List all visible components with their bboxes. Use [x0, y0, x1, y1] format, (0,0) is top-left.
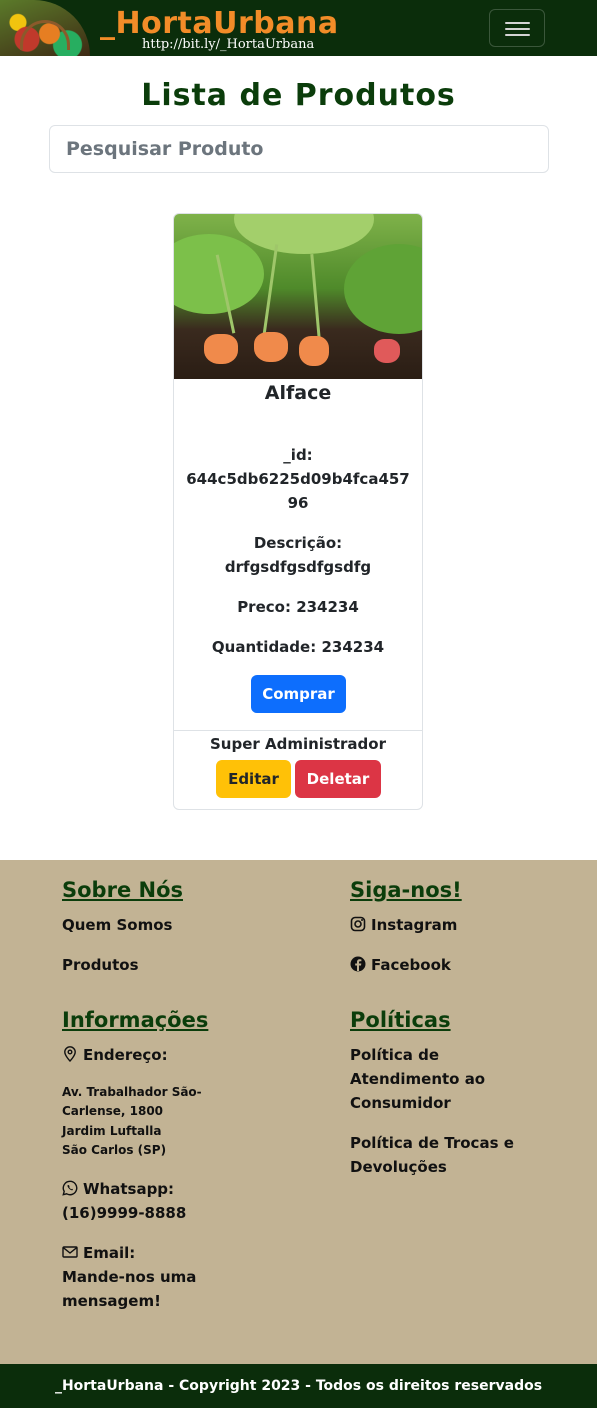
email-link-line-2[interactable]: mensagem!	[62, 1289, 161, 1313]
facebook-link[interactable]: Facebook	[350, 953, 451, 977]
product-description: drfgsdfgsdfgsdfg	[224, 558, 372, 576]
address-line-3: Jardim Luftalla	[62, 1124, 162, 1138]
address-line-1: Av. Trabalhador São-	[62, 1085, 202, 1099]
buy-button[interactable]: Comprar	[251, 675, 346, 713]
product-id-label: _id:	[283, 446, 313, 464]
policies-heading: Políticas	[350, 1008, 451, 1032]
brand-url[interactable]: http://bit.ly/_HortaUrbana	[142, 37, 314, 52]
admin-label: Super Administrador	[209, 735, 386, 753]
product-id: 644c5db6225d09b4fca45796	[186, 470, 410, 512]
whatsapp-icon	[62, 1180, 78, 1196]
about-link-produtos[interactable]: Produtos	[62, 953, 139, 977]
product-image	[174, 214, 422, 379]
instagram-icon	[350, 916, 366, 932]
product-card: Alface _id: 644c5db6225d09b4fca45796 Des…	[173, 213, 423, 810]
basket-icon	[20, 20, 70, 50]
info-heading: Informações	[62, 1008, 209, 1032]
address-label: Endereço:	[62, 1043, 168, 1067]
page-title: Lista de Produtos	[141, 78, 456, 113]
policy-returns-link[interactable]: Política de Trocas e	[350, 1131, 514, 1155]
policy-service-link-line-3[interactable]: Consumidor	[350, 1091, 451, 1115]
whatsapp-number[interactable]: (16)9999-8888	[62, 1201, 186, 1225]
facebook-icon	[350, 956, 366, 972]
navbar: _HortaUrbana http://bit.ly/_HortaUrbana	[0, 0, 597, 56]
card-admin-footer: Super Administrador Editar Deletar	[174, 730, 422, 809]
menu-toggle-button[interactable]	[489, 9, 545, 47]
delete-button[interactable]: Deletar	[295, 760, 381, 798]
email-link[interactable]: Mande-nos uma	[62, 1265, 196, 1289]
follow-heading: Siga-nos!	[350, 878, 462, 902]
logo-image[interactable]	[0, 0, 90, 56]
envelope-icon	[62, 1246, 78, 1258]
product-price: Preco: 234234	[237, 598, 359, 616]
policy-returns-link-line-2[interactable]: Devoluções	[350, 1155, 447, 1179]
about-heading: Sobre Nós	[62, 878, 183, 902]
address-line-2: Carlense, 1800	[62, 1104, 164, 1118]
location-pin-icon	[64, 1046, 76, 1062]
product-quantity: Quantidade: 234234	[211, 638, 385, 656]
product-name: Alface	[264, 382, 332, 404]
about-link-quem-somos[interactable]: Quem Somos	[62, 913, 172, 937]
edit-button[interactable]: Editar	[216, 760, 291, 798]
copyright-bar: _HortaUrbana - Copyright 2023 - Todos os…	[0, 1364, 597, 1408]
search-input[interactable]	[49, 125, 549, 173]
email-label: Email:	[62, 1241, 135, 1265]
instagram-link[interactable]: Instagram	[350, 913, 457, 937]
whatsapp-label: Whatsapp:	[62, 1177, 174, 1201]
product-description-label: Descrição:	[253, 534, 343, 552]
policy-service-link[interactable]: Política de	[350, 1043, 439, 1067]
policy-service-link-line-2[interactable]: Atendimento ao	[350, 1067, 485, 1091]
address-line-4: São Carlos (SP)	[62, 1143, 167, 1157]
hamburger-icon	[505, 22, 530, 24]
footer: Sobre Nós Quem Somos Produtos Siga-nos! …	[0, 860, 597, 1364]
